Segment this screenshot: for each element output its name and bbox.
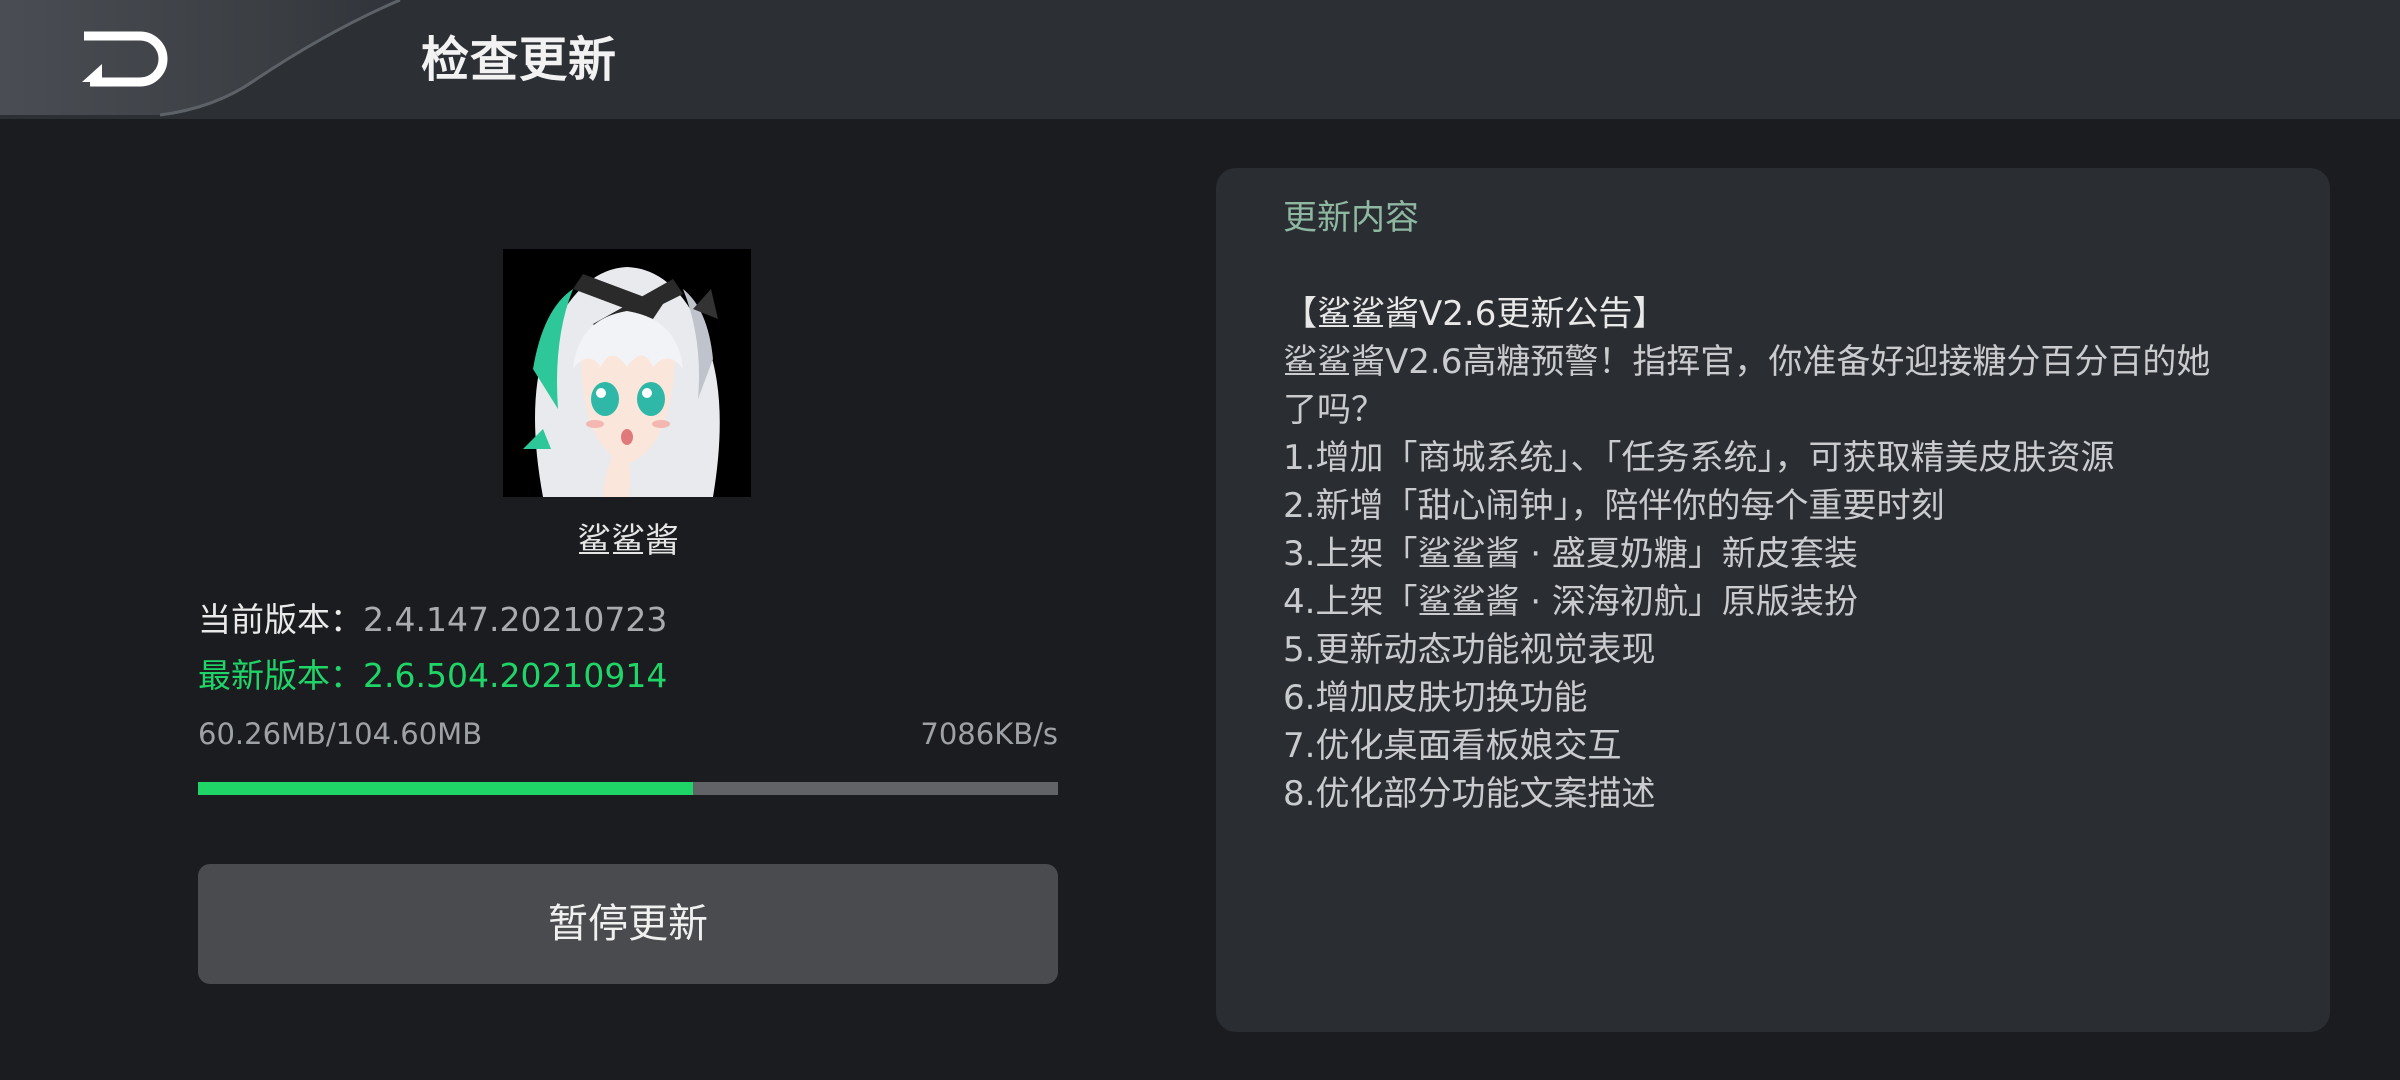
back-button[interactable] — [70, 26, 180, 92]
app-avatar — [503, 249, 751, 497]
release-note-line: 了吗？ — [1283, 390, 1385, 430]
current-version: 当前版本：2.4.147.20210723 — [198, 597, 667, 643]
latest-version-value: 2.6.504.20210914 — [363, 656, 668, 695]
release-note-line: 1.增加「商城系统」、「任务系统」，可获取精美皮肤资源 — [1283, 438, 2115, 478]
release-notes-body: 【鲨鲨酱V2.6更新公告】 鲨鲨酱V2.6高糖预警！指挥官，你准备好迎接糖分百分… — [1283, 290, 2243, 818]
release-note-line: 【鲨鲨酱V2.6更新公告】 — [1283, 294, 1667, 334]
release-note-line: 5.更新动态功能视觉表现 — [1283, 630, 1656, 670]
release-note-line: 6.增加皮肤切换功能 — [1283, 678, 1588, 718]
release-note-line: 2.新增「甜心闹钟」，陪伴你的每个重要时刻 — [1283, 486, 1945, 526]
download-progress-bar — [198, 782, 1058, 795]
release-note-line: 鲨鲨酱V2.6高糖预警！指挥官，你准备好迎接糖分百分百的她 — [1283, 342, 2211, 382]
app-name: 鲨鲨酱 — [577, 521, 679, 561]
back-arrow-icon — [82, 31, 168, 87]
back-plate — [0, 0, 420, 119]
latest-version: 最新版本：2.6.504.20210914 — [198, 653, 667, 699]
release-note-line: 7.优化桌面看板娘交互 — [1283, 726, 1622, 766]
download-size: 60.26MB/104.60MB — [198, 717, 483, 751]
release-notes-heading: 更新内容 — [1283, 198, 1419, 238]
update-screen: 检查更新 鲨鲨酱 当前版本：2.4.147.20210723 最新版本：2.6.… — [0, 0, 2400, 1080]
latest-version-label: 最新版本： — [198, 656, 363, 695]
download-progress-fill — [198, 782, 694, 795]
header-bar: 检查更新 — [0, 0, 2400, 119]
release-note-line: 4.上架「鲨鲨酱 · 深海初航」原版装扮 — [1283, 582, 1858, 622]
release-notes-panel[interactable]: 更新内容 【鲨鲨酱V2.6更新公告】 鲨鲨酱V2.6高糖预警！指挥官，你准备好迎… — [1216, 168, 2330, 1032]
page-title: 检查更新 — [421, 32, 618, 88]
anime-character-avatar — [503, 249, 751, 497]
current-version-value: 2.4.147.20210723 — [363, 600, 668, 639]
release-note-line: 3.上架「鲨鲨酱 · 盛夏奶糖」新皮套装 — [1283, 534, 1858, 574]
current-version-label: 当前版本： — [198, 600, 363, 639]
back-plate-shape — [0, 0, 401, 117]
download-speed: 7086KB/s — [920, 717, 1058, 751]
release-note-line: 8.优化部分功能文案描述 — [1283, 774, 1656, 814]
pause-update-button[interactable]: 暂停更新 — [198, 864, 1058, 984]
